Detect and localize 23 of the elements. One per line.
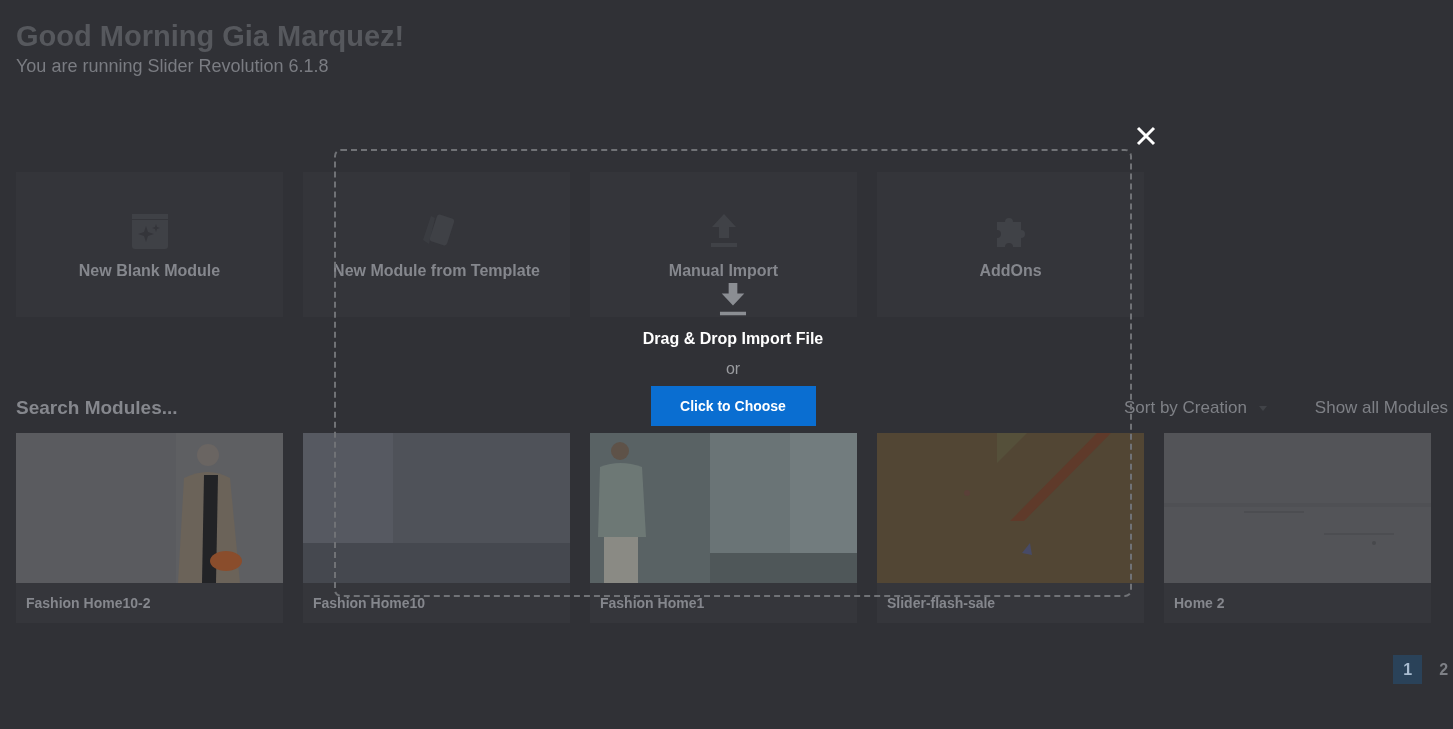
module-title: Fashion Home10 (312, 594, 427, 613)
choose-file-button[interactable]: Click to Choose (650, 386, 816, 426)
close-icon[interactable] (1135, 125, 1157, 147)
action-card[interactable]: Manual Import (590, 172, 857, 317)
page-button[interactable]: 2 (1439, 655, 1453, 684)
module-card[interactable]: Fashion Home1 (590, 433, 857, 623)
version-text: You are running Slider Revolution 6.1.8 (16, 55, 330, 78)
module-card[interactable]: Fashion Home10-2 (16, 433, 283, 623)
search-field[interactable]: Search Modules... (16, 397, 316, 419)
module-card[interactable]: Slider-flash-sale (877, 433, 1144, 623)
module-card[interactable]: Fashion Home10 (303, 433, 570, 623)
filter-link[interactable]: Show all Modules (1314, 398, 1449, 418)
module-title: Slider-flash-sale (886, 594, 997, 613)
drop-heading: Drag & Drop Import File (642, 330, 824, 348)
action-card[interactable]: New Blank Module (16, 172, 283, 317)
module-title: Home 2 (1173, 594, 1226, 613)
module-title: Fashion Home1 (599, 594, 706, 613)
page-button[interactable]: 1 (1393, 655, 1423, 684)
module-card[interactable]: Home 2 (1164, 433, 1431, 623)
action-card[interactable]: AddOns (877, 172, 1144, 317)
module-title: Fashion Home10-2 (25, 594, 152, 613)
download-icon (719, 283, 747, 316)
or-text: or (725, 360, 741, 378)
